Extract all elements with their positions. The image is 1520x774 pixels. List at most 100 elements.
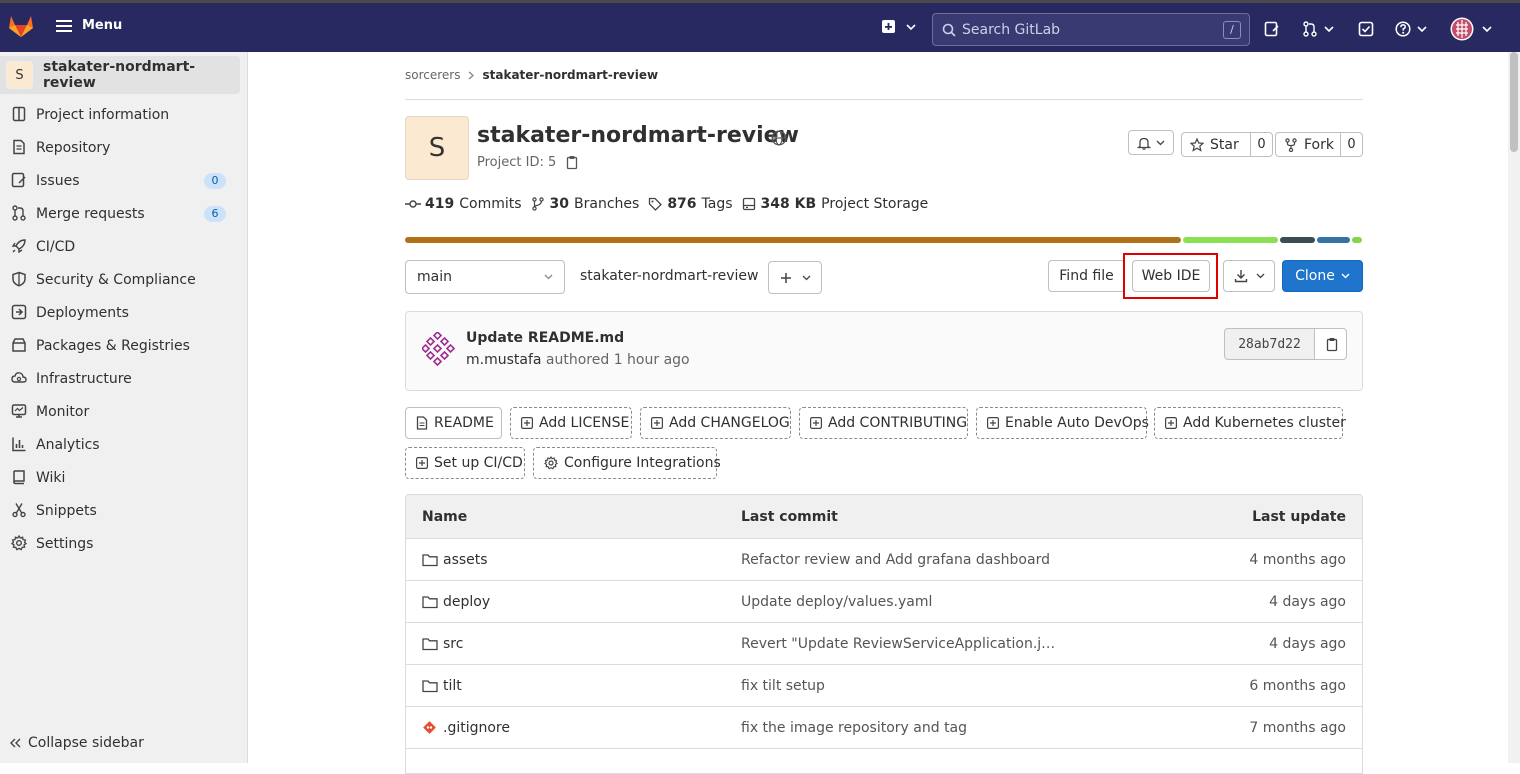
search-input[interactable]: Search GitLab / bbox=[932, 13, 1250, 46]
sidebar-item-analytics[interactable]: Analytics bbox=[0, 428, 240, 461]
fork-button[interactable]: Fork 0 bbox=[1275, 132, 1363, 157]
project-title: stakater-nordmart-review bbox=[477, 123, 799, 148]
language-segment[interactable] bbox=[1280, 237, 1315, 243]
sidebar-project-header[interactable]: S stakater-nordmart-review bbox=[0, 56, 240, 94]
clone-button[interactable]: Clone bbox=[1282, 260, 1363, 292]
file-last-commit[interactable]: Update deploy/values.yaml bbox=[741, 581, 932, 622]
sidebar-item-infrastructure[interactable]: Infrastructure bbox=[0, 362, 240, 395]
search-shortcut-hint: / bbox=[1223, 21, 1241, 39]
find-file-button[interactable]: Find file bbox=[1048, 260, 1125, 292]
merge-requests-nav-button[interactable] bbox=[1302, 21, 1334, 37]
table-row[interactable]: src Revert "Update ReviewServiceApplicat… bbox=[406, 623, 1362, 665]
language-segment[interactable] bbox=[405, 237, 1181, 243]
fork-count[interactable]: 0 bbox=[1340, 133, 1362, 156]
enable-auto-devops-button[interactable]: Enable Auto DevOps bbox=[976, 407, 1149, 439]
file-last-commit[interactable]: fix the image repository and tag bbox=[741, 707, 967, 748]
sidebar-item-repository[interactable]: Repository bbox=[0, 131, 240, 164]
commit-author[interactable]: m.mustafa bbox=[466, 352, 541, 368]
table-row[interactable]: tilt fix tilt setup 6 months ago bbox=[406, 665, 1362, 707]
add-kubernetes-cluster-button[interactable]: Add Kubernetes cluster bbox=[1154, 407, 1346, 439]
language-segment[interactable] bbox=[1183, 237, 1278, 243]
sidebar-item-packages-registries[interactable]: Packages & Registries bbox=[0, 329, 240, 362]
add-to-tree-button[interactable] bbox=[768, 261, 822, 294]
commit-sha[interactable]: 28ab7d22 bbox=[1224, 328, 1315, 360]
sidebar-item-settings[interactable]: Settings bbox=[0, 527, 240, 560]
breadcrumb-parent[interactable]: sorcerers bbox=[405, 68, 460, 82]
download-button[interactable] bbox=[1223, 260, 1275, 292]
branches-count[interactable]: 30 bbox=[550, 196, 569, 212]
table-row[interactable]: .gitignore fix the image repository and … bbox=[406, 707, 1362, 749]
file-name[interactable]: assets bbox=[443, 552, 488, 568]
star-count[interactable]: 0 bbox=[1250, 133, 1272, 156]
copy-icon[interactable] bbox=[564, 155, 578, 170]
sidebar-item-merge-requests[interactable]: Merge requests 6 bbox=[0, 197, 240, 230]
collapse-sidebar-label: Collapse sidebar bbox=[28, 735, 144, 751]
star-button[interactable]: Star 0 bbox=[1181, 132, 1273, 157]
scrollbar-thumb[interactable] bbox=[1510, 52, 1518, 152]
sidebar-project-name: stakater-nordmart-review bbox=[43, 59, 196, 91]
sidebar-item-label: CI/CD bbox=[36, 238, 76, 255]
page-scrollbar[interactable] bbox=[1508, 52, 1520, 763]
sidebar-item-snippets[interactable]: Snippets bbox=[0, 494, 240, 527]
sidebar-item-issues[interactable]: Issues 0 bbox=[0, 164, 240, 197]
branches-label[interactable]: Branches bbox=[574, 196, 639, 212]
commits-label[interactable]: Commits bbox=[459, 196, 521, 212]
file-last-commit[interactable]: Revert "Update ReviewServiceApplication.… bbox=[741, 623, 1055, 664]
book-icon bbox=[11, 469, 27, 485]
repository-path-link[interactable]: stakater-nordmart-review bbox=[580, 268, 758, 284]
storage-label[interactable]: Project Storage bbox=[821, 196, 928, 212]
tags-label[interactable]: Tags bbox=[702, 196, 733, 212]
project-sidebar: S stakater-nordmart-review Project infor… bbox=[0, 52, 248, 763]
rocket-icon bbox=[11, 238, 27, 254]
add-license-button[interactable]: Add LICENSE bbox=[510, 407, 632, 439]
gitlab-logo-icon[interactable] bbox=[8, 13, 34, 39]
sidebar-item-security-compliance[interactable]: Security & Compliance bbox=[0, 263, 240, 296]
readme-button[interactable]: README bbox=[405, 407, 502, 439]
file-name[interactable]: tilt bbox=[443, 678, 462, 694]
help-button[interactable] bbox=[1395, 21, 1427, 37]
add-contributing-button[interactable]: Add CONTRIBUTING bbox=[799, 407, 968, 439]
file-name[interactable]: .gitignore bbox=[443, 720, 510, 736]
table-row[interactable]: deploy Update deploy/values.yaml 4 days … bbox=[406, 581, 1362, 623]
file-last-commit[interactable]: fix tilt setup bbox=[741, 665, 825, 706]
issues-nav-icon[interactable] bbox=[1264, 21, 1280, 37]
tags-count[interactable]: 876 bbox=[667, 196, 696, 212]
hamburger-icon bbox=[56, 19, 74, 33]
star-label: Star bbox=[1210, 136, 1239, 153]
table-row[interactable]: assets Refactor review and Add grafana d… bbox=[406, 539, 1362, 581]
create-new-button[interactable] bbox=[882, 20, 916, 34]
file-name[interactable]: src bbox=[443, 636, 463, 652]
copy-sha-button[interactable] bbox=[1314, 328, 1347, 360]
git-file-icon bbox=[422, 720, 438, 735]
configure-integrations-button[interactable]: Configure Integrations bbox=[533, 447, 721, 479]
divider bbox=[405, 99, 1363, 100]
enable-auto-devops-label: Enable Auto DevOps bbox=[1005, 415, 1149, 431]
commit-title[interactable]: Update README.md bbox=[466, 330, 624, 346]
monitor-icon bbox=[11, 403, 27, 419]
file-name[interactable]: deploy bbox=[443, 594, 490, 610]
sidebar-item-monitor[interactable]: Monitor bbox=[0, 395, 240, 428]
breadcrumb-current[interactable]: stakater-nordmart-review bbox=[482, 68, 658, 82]
setup-ci-cd-button[interactable]: Set up CI/CD bbox=[405, 447, 525, 479]
notification-settings-button[interactable] bbox=[1128, 130, 1174, 155]
file-last-commit[interactable]: Refactor review and Add grafana dashboar… bbox=[741, 539, 1050, 580]
sidebar-item-label: Wiki bbox=[36, 469, 66, 486]
file-name-cell: assets bbox=[422, 539, 488, 580]
sidebar-item-ci-cd[interactable]: CI/CD bbox=[0, 230, 240, 263]
author-avatar[interactable] bbox=[422, 332, 456, 366]
shield-icon bbox=[11, 271, 27, 287]
sidebar-item-deployments[interactable]: Deployments bbox=[0, 296, 240, 329]
branch-selector[interactable]: main bbox=[405, 260, 565, 294]
storage-size[interactable]: 348 KB bbox=[761, 196, 817, 212]
branch-icon bbox=[531, 197, 545, 211]
language-segment[interactable] bbox=[1352, 237, 1362, 243]
language-segment[interactable] bbox=[1317, 237, 1350, 243]
todo-checkbox-icon[interactable] bbox=[1358, 21, 1374, 37]
user-menu-button[interactable] bbox=[1450, 17, 1492, 41]
add-changelog-button[interactable]: Add CHANGELOG bbox=[640, 407, 791, 439]
collapse-sidebar-button[interactable]: Collapse sidebar bbox=[10, 735, 144, 751]
commits-count[interactable]: 419 bbox=[425, 196, 454, 212]
sidebar-item-project-information[interactable]: Project information bbox=[0, 98, 240, 131]
sidebar-item-wiki[interactable]: Wiki bbox=[0, 461, 240, 494]
menu-button[interactable]: Menu bbox=[56, 18, 122, 33]
